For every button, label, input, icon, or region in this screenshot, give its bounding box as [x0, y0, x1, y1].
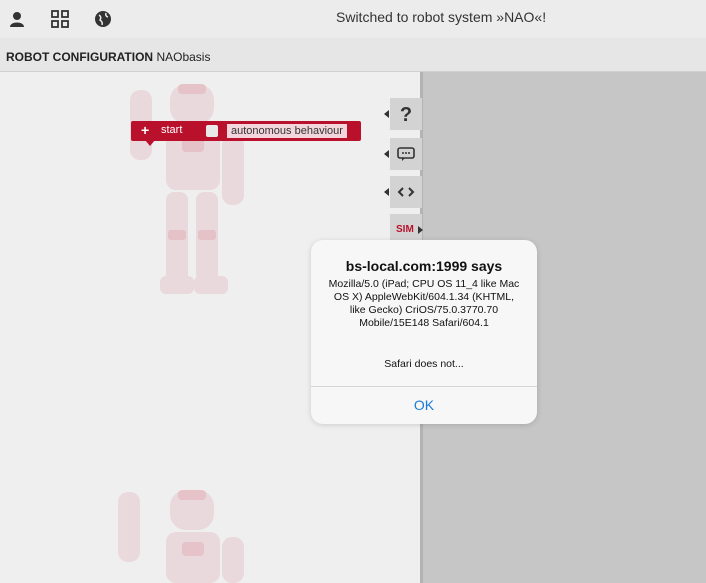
config-header: ROBOT CONFIGURATION NAObasis [0, 38, 706, 72]
chevron-left-icon [384, 110, 389, 118]
chevron-left-icon [384, 150, 389, 158]
comment-icon [397, 147, 415, 161]
grid-icon[interactable] [49, 8, 71, 30]
code-icon [397, 187, 415, 197]
top-toolbar: Switched to robot system »NAO«! [0, 0, 706, 38]
ok-button[interactable]: OK [311, 387, 537, 424]
globe-icon[interactable] [92, 8, 114, 30]
config-label: ROBOT CONFIGURATION [6, 50, 154, 64]
user-icon[interactable] [6, 8, 28, 30]
help-button[interactable]: ? [384, 98, 422, 130]
code-button[interactable] [384, 176, 422, 208]
alert-title: bs-local.com:1999 says [345, 258, 503, 274]
alert-message: Mozilla/5.0 (iPad; CPU OS 11_4 like Mac … [328, 278, 520, 329]
help-icon: ? [400, 104, 412, 124]
sim-label: SIM [396, 224, 414, 235]
autonomous-label: autonomous behaviour [227, 124, 347, 138]
page-title: ROBOT CONFIGURATION NAObasis [6, 50, 210, 64]
config-name: NAObasis [156, 50, 211, 64]
chevron-right-icon [418, 226, 423, 234]
robot-background-image-2 [118, 490, 244, 583]
alert-dialog: bs-local.com:1999 says Mozilla/5.0 (iPad… [311, 240, 537, 424]
status-notice: Switched to robot system »NAO«! [336, 9, 547, 25]
start-label: start [161, 124, 183, 136]
svg-text:?: ? [400, 104, 412, 124]
alert-note: Safari does not... [384, 358, 464, 370]
plus-icon[interactable]: + [141, 122, 149, 138]
robot-background-image [130, 84, 244, 294]
comment-button[interactable] [384, 138, 422, 170]
start-block[interactable]: + start autonomous behaviour [131, 121, 361, 141]
autonomous-checkbox[interactable] [206, 125, 218, 137]
chevron-left-icon [384, 188, 389, 196]
